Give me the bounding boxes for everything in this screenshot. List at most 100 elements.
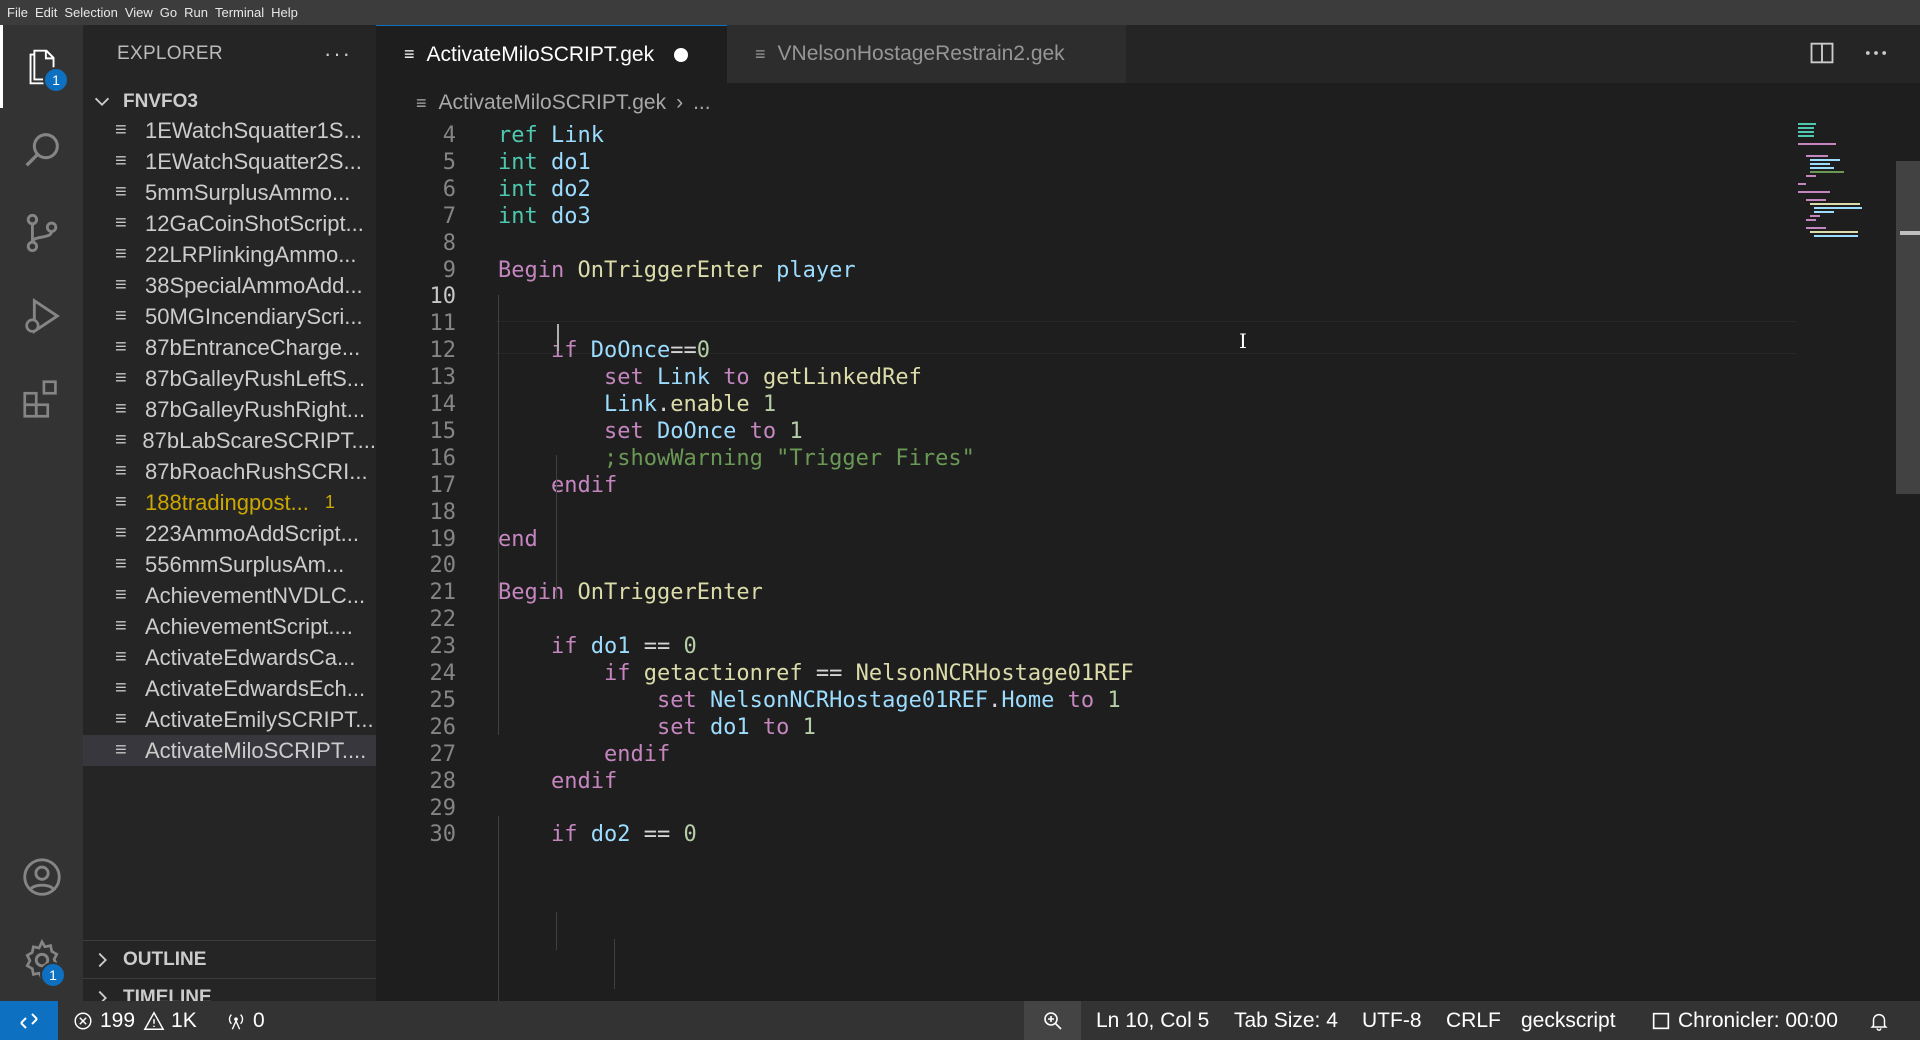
menu-item-edit[interactable]: Edit xyxy=(35,5,64,20)
code-token: 1 xyxy=(802,714,816,740)
file-item[interactable]: ≡ 87bGalleyRushLeftS... xyxy=(83,363,376,394)
file-item[interactable]: ≡ ActivateEdwardsCa... xyxy=(83,642,376,673)
manage-activity[interactable]: 1 xyxy=(0,918,83,1001)
chevron-right-icon xyxy=(98,952,107,967)
code-editor[interactable]: 4 5 6 7 8 9 10 11 12 13 14 15 16 17 18 19 20 21 22 23 24 25 26… xyxy=(376,123,1920,1001)
explorer-activity[interactable]: 1 xyxy=(0,25,83,108)
tab-vnelsonhostagerestrain2[interactable]: ≡ VNelsonHostageRestrain2.gek xyxy=(727,25,1127,83)
file-item[interactable]: ≡ 50MGIncendiaryScri... xyxy=(83,301,376,332)
code-area[interactable]: ref Link int do1 int do2 int do3 Begin OnTri… xyxy=(498,123,1798,1001)
code-token: . xyxy=(656,392,671,417)
bell-icon xyxy=(1870,1013,1888,1031)
unsaved-dot-icon[interactable] xyxy=(674,47,689,62)
status-bar: 199 1K 0 Ln 10, Col 5 Tab Size: 4 UTF-8 … xyxy=(0,1001,1920,1040)
code-token: set xyxy=(603,418,657,444)
menu-item-help[interactable]: Help xyxy=(271,5,305,20)
breadcrumb-file[interactable]: ActivateMiloSCRIPT.gek xyxy=(439,91,667,115)
split-editor-icon[interactable] xyxy=(1808,39,1836,67)
ports-indicator[interactable]: 0 xyxy=(225,1001,265,1040)
code-token: Link xyxy=(603,392,657,417)
file-lines-icon: ≡ xyxy=(115,181,127,203)
code-token: end xyxy=(498,526,538,552)
tab-activatemiloscript[interactable]: ≡ ActivateMiloSCRIPT.gek xyxy=(376,25,727,83)
language-mode[interactable]: geckscript xyxy=(1521,1001,1616,1040)
error-count: 199 xyxy=(100,1008,136,1032)
file-item[interactable]: ≡ AchievementNVDLC... xyxy=(83,580,376,611)
breadcrumb-symbol[interactable]: ... xyxy=(693,91,711,115)
file-item[interactable]: ≡ AchievementScript.... xyxy=(83,611,376,642)
menu-item-run[interactable]: Run xyxy=(184,5,215,20)
file-item[interactable]: ≡ 12GaCoinShotScript... xyxy=(83,208,376,239)
file-lines-icon: ≡ xyxy=(115,243,127,265)
remote-indicator[interactable] xyxy=(0,1001,58,1040)
file-lines-icon: ≡ xyxy=(115,615,127,637)
code-line[interactable]: int do3 xyxy=(498,200,591,233)
code-token: do2 xyxy=(550,176,591,202)
chevron-right-icon: › xyxy=(676,91,684,114)
file-item[interactable]: ≡ 1EWatchSquatter1S... xyxy=(83,117,376,146)
menu-item-go[interactable]: Go xyxy=(160,5,184,20)
code-token: Begin xyxy=(498,257,578,283)
file-name: 1EWatchSquatter2S... xyxy=(145,148,362,174)
file-item[interactable]: ≡ 87bRoachRushSCRI... xyxy=(83,456,376,487)
tab-size[interactable]: Tab Size: 4 xyxy=(1234,1001,1338,1040)
encoding[interactable]: UTF-8 xyxy=(1362,1001,1422,1040)
file-item[interactable]: ≡ 1EWatchSquatter2S... xyxy=(83,146,376,177)
folder-header[interactable]: FNVFO3 xyxy=(83,87,376,117)
code-token: OnTriggerEnter xyxy=(577,580,763,606)
file-item[interactable]: ≡ 87bLabScareSCRIPT.... xyxy=(83,425,376,456)
text-cursor xyxy=(557,324,559,351)
file-item[interactable]: ≡ 38SpecialAmmoAdd... xyxy=(83,270,376,301)
file-lines-icon: ≡ xyxy=(115,553,127,575)
code-line[interactable]: endif xyxy=(498,469,617,502)
file-item[interactable]: ≡ 87bGalleyRushRight... xyxy=(83,394,376,425)
accounts-activity[interactable] xyxy=(0,835,83,918)
file-item[interactable]: ≡ ActivateEdwardsEch... xyxy=(83,673,376,704)
code-line[interactable]: end xyxy=(498,523,538,556)
outline-section[interactable]: OUTLINE xyxy=(83,940,376,978)
file-lines-icon: ≡ xyxy=(115,677,127,699)
minimap[interactable] xyxy=(1796,123,1896,243)
timeline-section[interactable]: TIMELINE xyxy=(83,978,376,1001)
scrollbar-slider[interactable] xyxy=(1896,161,1920,494)
file-item[interactable]: ≡ 5mmSurplusAmmo... xyxy=(83,177,376,208)
file-item[interactable]: ≡ 22LRPlinkingAmmo... xyxy=(83,239,376,270)
ports-count: 0 xyxy=(253,1008,265,1032)
code-token: == xyxy=(643,634,684,660)
menu-item-view[interactable]: View xyxy=(125,5,160,20)
chronicler-indicator[interactable]: Chronicler: 00:00 xyxy=(1650,1001,1838,1040)
more-actions-icon[interactable] xyxy=(1862,39,1890,67)
ibeam-cursor-icon: I xyxy=(1239,329,1247,353)
cursor-position[interactable]: Ln 10, Col 5 xyxy=(1096,1001,1209,1040)
vertical-scrollbar[interactable] xyxy=(1896,123,1920,1001)
more-actions-icon[interactable]: ··· xyxy=(324,41,352,67)
chevron-right-icon xyxy=(98,990,107,1001)
run-debug-activity[interactable] xyxy=(0,274,83,357)
notifications-indicator[interactable] xyxy=(1868,1001,1896,1040)
code-line[interactable]: Begin OnTriggerEnter xyxy=(498,576,763,609)
code-line[interactable]: Begin OnTriggerEnter player xyxy=(498,254,856,287)
menu-item-terminal[interactable]: Terminal xyxy=(215,5,271,20)
menu-item-file[interactable]: File xyxy=(7,5,35,20)
extensions-icon xyxy=(22,379,57,418)
explorer-badge: 1 xyxy=(43,67,69,93)
code-line[interactable]: endif xyxy=(498,765,617,798)
file-lines-icon: ≡ xyxy=(115,274,127,296)
zoom-indicator[interactable] xyxy=(1024,1001,1081,1040)
source-control-activity[interactable] xyxy=(0,191,83,274)
extensions-activity[interactable] xyxy=(0,357,83,440)
end-of-line[interactable]: CRLF xyxy=(1446,1001,1501,1040)
code-line[interactable]: if do2 == 0 xyxy=(498,818,697,851)
file-name: 5mmSurplusAmmo... xyxy=(145,179,351,205)
file-item[interactable]: ≡ 556mmSurplusAm... xyxy=(83,549,376,580)
search-activity[interactable] xyxy=(0,108,83,191)
file-lines-icon: ≡ xyxy=(115,212,127,234)
file-item[interactable]: ≡ 87bEntranceCharge... xyxy=(83,332,376,363)
file-item[interactable]: ≡ 223AmmoAddScript... xyxy=(83,518,376,549)
activity-bar: 1 1 xyxy=(0,25,83,1001)
file-item[interactable]: ≡ ActivateMiloSCRIPT.... xyxy=(83,735,376,766)
file-item[interactable]: ≡ 188tradingpost... 1 xyxy=(83,487,376,518)
problems-indicator[interactable]: 199 1K xyxy=(72,1001,197,1040)
file-item[interactable]: ≡ ActivateEmilySCRIPT... xyxy=(83,704,376,735)
menu-item-selection[interactable]: Selection xyxy=(64,5,124,20)
